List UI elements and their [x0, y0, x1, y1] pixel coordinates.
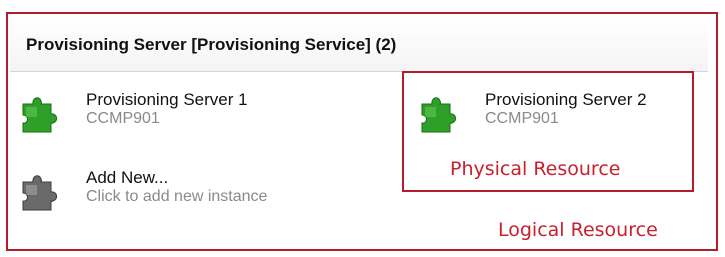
logical-resource-frame — [6, 12, 718, 251]
screenshot-canvas: Provisioning Server [Provisioning Servic… — [0, 0, 725, 257]
logical-resource-label: Logical Resource — [498, 219, 658, 241]
